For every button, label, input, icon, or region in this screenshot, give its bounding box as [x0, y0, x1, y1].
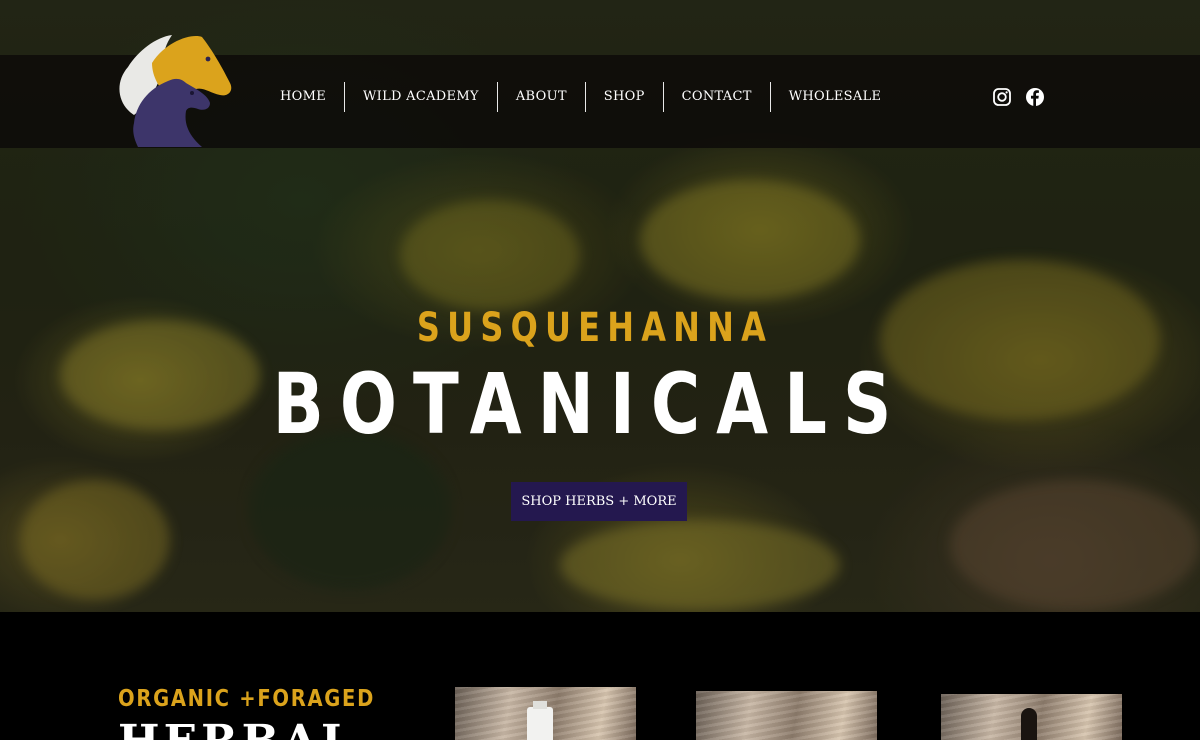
horse-logo-icon[interactable] — [112, 27, 236, 151]
section-heading: HERBAL — [118, 720, 356, 740]
nav-item-contact[interactable]: CONTACT — [664, 82, 770, 112]
page: HOME WILD ACADEMY ABOUT SHOP CONTACT WHO… — [0, 0, 1200, 740]
product-image[interactable] — [941, 694, 1122, 740]
instagram-icon[interactable] — [992, 87, 1012, 107]
social-links — [992, 87, 1045, 107]
nav-item-home[interactable]: HOME — [262, 82, 344, 112]
nav-item-wholesale[interactable]: WHOLESALE — [771, 82, 900, 112]
hero-subtitle: SUSQUEHANNA — [416, 305, 774, 351]
main-nav: HOME WILD ACADEMY ABOUT SHOP CONTACT WHO… — [262, 82, 899, 112]
facebook-icon[interactable] — [1025, 87, 1045, 107]
product-image[interactable] — [455, 687, 636, 740]
nav-item-shop[interactable]: SHOP — [586, 82, 663, 112]
shop-herbs-button[interactable]: SHOP HERBS + MORE — [511, 482, 687, 521]
nav-item-about[interactable]: ABOUT — [498, 82, 585, 112]
hero-title: BOTANICALS — [272, 355, 908, 453]
section-eyebrow: ORGANIC +FORAGED — [118, 686, 376, 712]
product-image[interactable] — [696, 691, 877, 740]
nav-item-wild-academy[interactable]: WILD ACADEMY — [345, 82, 497, 112]
